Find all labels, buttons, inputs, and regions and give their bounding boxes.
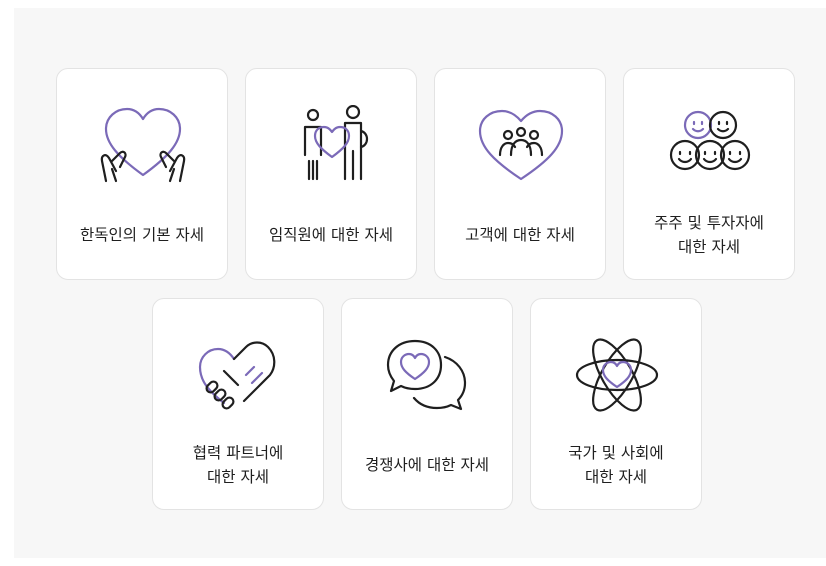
card-label: 국가 및 사회에 대한 자세 xyxy=(568,444,664,486)
atom-heart-icon xyxy=(572,335,662,415)
card-label: 협력 파트너에 대한 자세 xyxy=(192,444,284,486)
card-society[interactable]: 국가 및 사회에 대한 자세 xyxy=(530,298,702,510)
card-label: 한독인의 기본 자세 xyxy=(80,226,204,244)
card-competitors[interactable]: 경쟁사에 대한 자세 xyxy=(341,298,513,510)
card-basic-attitude[interactable]: 한독인의 기본 자세 xyxy=(56,68,228,280)
heart-group-icon xyxy=(476,105,566,185)
card-partners[interactable]: 협력 파트너에 대한 자세 xyxy=(152,298,324,510)
heart-hands-icon xyxy=(98,105,188,185)
card-shareholders[interactable]: 주주 및 투자자에 대한 자세 xyxy=(623,68,795,280)
smiley-faces-icon xyxy=(665,105,755,185)
people-heart-icon xyxy=(287,105,377,185)
handshake-heart-icon xyxy=(194,335,284,415)
card-label: 주주 및 투자자에 대한 자세 xyxy=(654,214,764,256)
card-label: 고객에 대한 자세 xyxy=(465,226,575,244)
card-customers[interactable]: 고객에 대한 자세 xyxy=(434,68,606,280)
card-label: 임직원에 대한 자세 xyxy=(269,226,393,244)
card-label: 경쟁사에 대한 자세 xyxy=(365,456,489,474)
card-employees[interactable]: 임직원에 대한 자세 xyxy=(245,68,417,280)
speech-bubbles-heart-icon xyxy=(383,335,473,415)
